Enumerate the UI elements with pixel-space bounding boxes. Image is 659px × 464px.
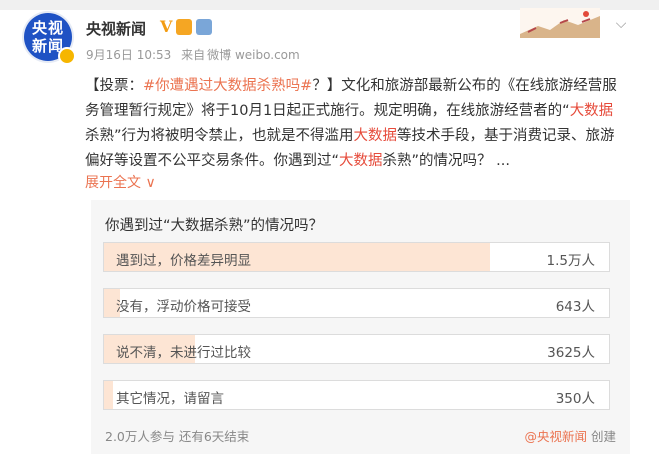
post-text-segment: 杀熟”的情况吗？ ...	[382, 153, 510, 169]
keyword-highlight: 大数据	[569, 103, 614, 119]
source-prefix: 来自	[181, 48, 206, 62]
vote-option-count: 350人	[555, 391, 595, 407]
post-text-segment: 杀熟”行为将被明令禁止，也就是不得滥用	[85, 128, 354, 144]
vote-footer: 2.0万人参与 还有6天结束	[105, 429, 250, 444]
post-meta: 9月16日 10:53 来自 微博 weibo.com	[86, 46, 306, 63]
creator-suffix: 创建	[587, 429, 616, 444]
keyword-highlight: 大数据	[353, 128, 398, 144]
vote-option-bar	[104, 381, 114, 409]
vote-option[interactable]: 其它情况，请留言 350人	[103, 380, 610, 410]
verified-v-icon: V	[160, 17, 173, 36]
vote-option-label: 没有，浮动价格可接受	[116, 299, 251, 315]
vote-option-count: 3625人	[547, 345, 595, 361]
vote-option-count: 1.5万人	[546, 253, 595, 269]
keyword-highlight: 大数据	[339, 153, 383, 169]
post-source: 微博 weibo.com	[207, 48, 300, 62]
great-wall-banner-icon	[520, 8, 600, 38]
chevron-down-icon[interactable]: ⌵	[612, 16, 630, 34]
post-text: 【投票：#你遭遇过大数据杀熟吗#？】文化和旅游部最新公布的《在线旅游经营服务管理…	[85, 74, 625, 174]
medal-badge-icon	[196, 19, 213, 35]
vote-creator: @央视新闻 创建	[525, 426, 617, 445]
creator-link[interactable]: @央视新闻	[525, 429, 588, 444]
author-badges: V	[160, 17, 213, 36]
author-name[interactable]: 央视新闻	[86, 18, 146, 39]
verified-badge-icon	[58, 47, 76, 65]
post-date[interactable]: 9月16日 10:53	[86, 48, 171, 62]
vote-card: 你遇到过“大数据杀熟”的情况吗？ 遇到过，价格差异明显 1.5万人 没有，浮动价…	[91, 200, 630, 454]
vote-option[interactable]: 遇到过，价格差异明显 1.5万人	[103, 242, 610, 272]
expand-full-text-link[interactable]: 展开全文 ∨	[85, 172, 156, 192]
vote-option-label: 说不清，未进行过比较	[116, 345, 251, 361]
vote-question: 你遇到过“大数据杀熟”的情况吗？	[105, 218, 324, 234]
vote-option-label: 遇到过，价格差异明显	[116, 253, 251, 269]
vote-option-label: 其它情况，请留言	[116, 391, 224, 407]
avatar-text-line1: 央视	[31, 19, 64, 37]
vote-option-count: 643人	[555, 299, 595, 315]
vote-option[interactable]: 没有，浮动价格可接受 643人	[103, 288, 610, 318]
topic-link[interactable]: #你遭遇过大数据杀熟吗#	[143, 78, 312, 94]
member-badge-icon	[176, 19, 193, 35]
vote-option[interactable]: 说不清，未进行过比较 3625人	[103, 334, 610, 364]
post-text-segment: 【投票：	[85, 78, 143, 94]
